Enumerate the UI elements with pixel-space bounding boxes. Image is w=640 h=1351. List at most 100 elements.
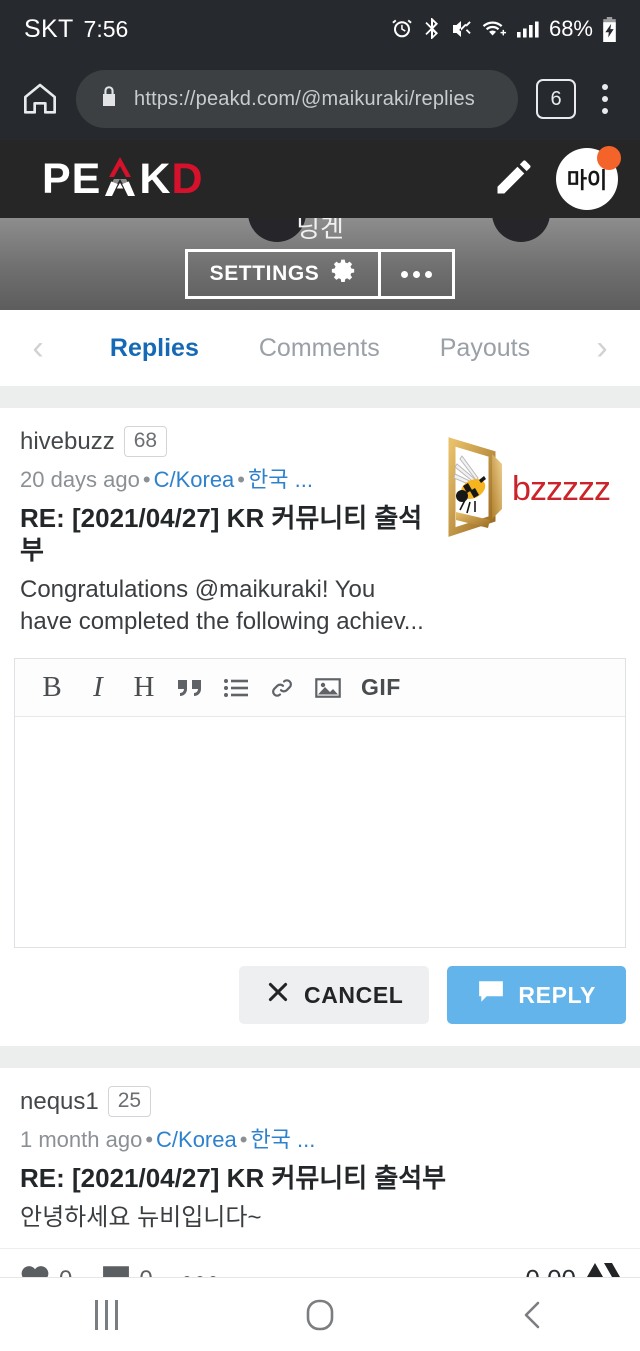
kebab-menu-icon[interactable] bbox=[586, 76, 624, 122]
url-text: https://peakd.com/@maikuraki/replies bbox=[134, 87, 475, 110]
bzzzzz-logo: bzzzzz bbox=[446, 434, 611, 544]
ellipsis-icon bbox=[401, 270, 433, 278]
post-community[interactable]: C/Korea bbox=[156, 1127, 237, 1152]
back-chevron-icon[interactable] bbox=[473, 1278, 593, 1351]
heading-icon[interactable]: H bbox=[121, 659, 167, 717]
profile-banner: 닝겐 SETTINGS bbox=[0, 218, 640, 310]
quote-icon[interactable] bbox=[167, 659, 213, 717]
home-square-icon[interactable] bbox=[260, 1278, 380, 1351]
post-time: 1 month ago bbox=[20, 1127, 143, 1153]
post-community[interactable]: C/Korea bbox=[154, 467, 235, 492]
pencil-icon[interactable] bbox=[492, 155, 536, 204]
post-excerpt: Congratulations @maikuraki! You have com… bbox=[20, 575, 424, 635]
post-card: nequs1 25 1 month ago • C/Korea • 한국 ... RE:… bbox=[0, 1068, 640, 1277]
comment-count: 0 bbox=[139, 1266, 152, 1277]
reply-label: REPLY bbox=[518, 981, 596, 1008]
avatar[interactable]: 마이 bbox=[556, 146, 621, 210]
logo-pe-text: PE bbox=[42, 154, 102, 203]
wifi-icon bbox=[482, 17, 507, 41]
post-title[interactable]: RE: [2021/04/27] KR 커뮤니티 출석부 bbox=[20, 1163, 620, 1195]
cancel-label: CANCEL bbox=[303, 981, 404, 1008]
cancel-button[interactable]: CANCEL bbox=[238, 966, 430, 1024]
post-content: nequs1 25 1 month ago • C/Korea • 한국 ... RE:… bbox=[20, 1086, 620, 1234]
battery-charging-icon bbox=[601, 16, 618, 42]
signal-bars-icon bbox=[515, 17, 539, 41]
peakd-logo[interactable]: PE K D bbox=[42, 156, 204, 202]
profile-tabbar: ‹ Replies Comments Payouts › bbox=[0, 310, 640, 386]
bold-icon[interactable]: B bbox=[29, 659, 75, 717]
chevron-right-icon[interactable]: › bbox=[582, 331, 622, 365]
italic-icon[interactable]: I bbox=[75, 659, 121, 717]
tab-count-button[interactable]: 6 bbox=[536, 79, 576, 119]
post-summary[interactable]: hivebuzz 68 20 days ago • C/Korea • 한국 ... R… bbox=[0, 408, 640, 652]
tab-comments[interactable]: Comments bbox=[259, 334, 380, 363]
post-time: 20 days ago bbox=[20, 467, 140, 493]
post-footer-actions: 0 0 bbox=[20, 1263, 217, 1277]
status-bar: SKT 7:56 68% bbox=[0, 0, 640, 58]
android-nav-bar bbox=[0, 1277, 640, 1351]
post-tag[interactable]: 한국 bbox=[248, 467, 288, 492]
comment-bubble-icon bbox=[477, 979, 505, 1011]
post-tag-more[interactable]: ... bbox=[295, 467, 313, 492]
gear-icon bbox=[330, 258, 356, 290]
tab-list: Replies Comments Payouts bbox=[110, 334, 530, 363]
post-meta: 20 days ago • C/Korea • 한국 ... bbox=[20, 467, 313, 493]
home-icon[interactable] bbox=[14, 73, 66, 125]
post-tag[interactable]: 한국 bbox=[250, 1127, 290, 1152]
author-name[interactable]: nequs1 bbox=[20, 1088, 99, 1116]
recents-icon[interactable] bbox=[47, 1278, 167, 1351]
profile-more-button[interactable] bbox=[381, 249, 456, 299]
profile-display-name: 닝겐 bbox=[296, 218, 344, 243]
bzzzzz-bee-icon bbox=[446, 434, 506, 544]
post-meta: 1 month ago • C/Korea • 한국 ... bbox=[20, 1127, 316, 1153]
post-author-row: hivebuzz 68 bbox=[20, 426, 426, 458]
reply-editor: B I H GIF CANCEL REPLY bbox=[0, 652, 640, 1046]
feed-spacer bbox=[0, 1046, 640, 1068]
bzzzzz-text: bzzzzz bbox=[512, 470, 611, 508]
chevron-left-icon[interactable]: ‹ bbox=[18, 331, 58, 365]
hive-logo-icon bbox=[586, 1262, 620, 1277]
settings-button[interactable]: SETTINGS bbox=[184, 249, 382, 299]
post-title[interactable]: RE: [2021/04/27] KR 커뮤니티 출석부 bbox=[20, 503, 426, 566]
logo-d-text: D bbox=[171, 154, 204, 203]
app-header-actions: 마이 bbox=[492, 146, 621, 210]
post-excerpt: 안녕하세요 뉴비입니다~ bbox=[20, 1203, 262, 1231]
editor-box: B I H GIF bbox=[14, 658, 626, 948]
editor-toolbar: B I H GIF bbox=[15, 659, 625, 717]
list-icon[interactable] bbox=[213, 659, 259, 717]
browser-toolbar: https://peakd.com/@maikuraki/replies 6 bbox=[0, 58, 640, 140]
post-author-row: nequs1 25 bbox=[20, 1086, 620, 1118]
close-icon bbox=[265, 979, 291, 1011]
post-payout[interactable]: 0.00 bbox=[525, 1262, 620, 1277]
post-thumbnail[interactable]: bzzzzz bbox=[436, 426, 620, 638]
phone-screen: SKT 7:56 68% https://peakd.com/@maikurak… bbox=[0, 0, 640, 1351]
reputation-badge: 25 bbox=[107, 1086, 152, 1118]
comment-action[interactable]: 0 bbox=[102, 1264, 153, 1277]
tab-replies[interactable]: Replies bbox=[110, 334, 199, 363]
gif-icon[interactable]: GIF bbox=[351, 659, 411, 717]
post-summary[interactable]: nequs1 25 1 month ago • C/Korea • 한국 ... RE:… bbox=[0, 1068, 640, 1248]
post-card: hivebuzz 68 20 days ago • C/Korea • 한국 ... R… bbox=[0, 408, 640, 1046]
like-count: 0 bbox=[59, 1266, 72, 1277]
url-bar[interactable]: https://peakd.com/@maikuraki/replies bbox=[76, 70, 518, 128]
replies-feed: hivebuzz 68 20 days ago • C/Korea • 한국 ... R… bbox=[0, 386, 640, 1277]
payout-value: 0.00 bbox=[525, 1264, 576, 1277]
status-bar-left: SKT 7:56 bbox=[24, 15, 128, 44]
volume-mute-icon bbox=[450, 17, 474, 41]
image-icon[interactable] bbox=[305, 659, 351, 717]
feed-spacer bbox=[0, 386, 640, 408]
settings-label: SETTINGS bbox=[209, 262, 320, 285]
post-tag-more[interactable]: ... bbox=[297, 1127, 315, 1152]
bluetooth-icon bbox=[422, 17, 442, 41]
app-header: PE K D 마이 bbox=[0, 140, 640, 218]
author-name[interactable]: hivebuzz bbox=[20, 428, 115, 456]
post-content: hivebuzz 68 20 days ago • C/Korea • 한국 ... R… bbox=[20, 426, 426, 638]
reply-button[interactable]: REPLY bbox=[447, 966, 626, 1024]
like-action[interactable]: 0 bbox=[20, 1263, 72, 1277]
link-icon[interactable] bbox=[259, 659, 305, 717]
notification-dot bbox=[597, 146, 621, 170]
reply-textarea[interactable] bbox=[15, 717, 625, 947]
profile-actions: SETTINGS bbox=[0, 249, 640, 299]
tab-payouts[interactable]: Payouts bbox=[440, 334, 530, 363]
logo-k-text: K bbox=[139, 154, 172, 203]
